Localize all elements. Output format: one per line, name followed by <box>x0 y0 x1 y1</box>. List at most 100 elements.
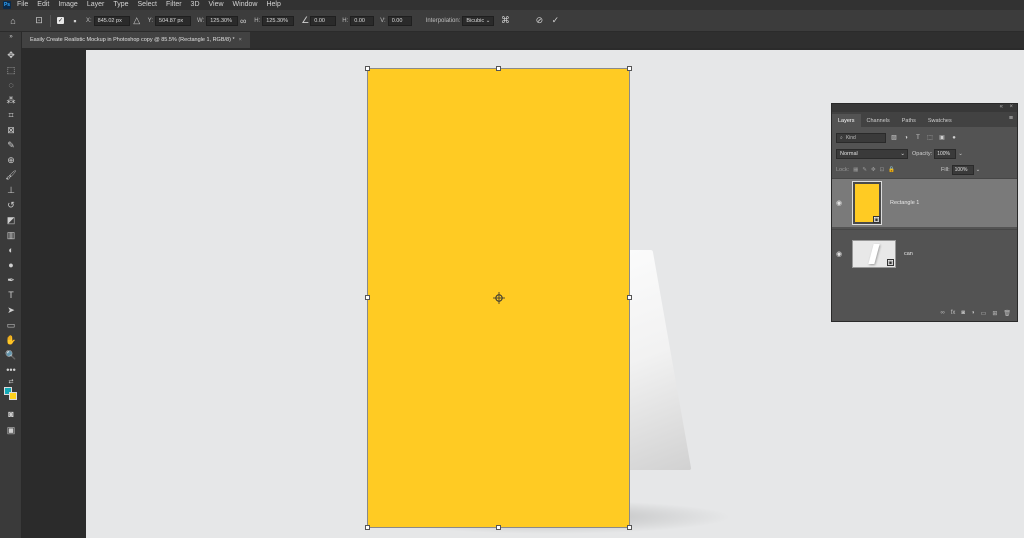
swap-colors-icon[interactable]: ⇄ <box>4 377 18 385</box>
tab-paths[interactable]: Paths <box>896 114 922 127</box>
lock-artboard-icon[interactable]: ⊡ <box>880 167 885 173</box>
move-icon[interactable]: ✥ <box>4 49 18 61</box>
reference-point-icon[interactable]: ▪ <box>70 16 80 26</box>
link-icon[interactable]: ∞ <box>238 16 248 26</box>
magic-wand-icon[interactable]: ⁂ <box>4 94 18 106</box>
commit-transform-icon[interactable]: ✓ <box>550 15 560 26</box>
more-icon[interactable]: ••• <box>4 364 18 376</box>
chevron-down-icon[interactable]: ⌄ <box>958 151 963 157</box>
shape-icon[interactable]: ▭ <box>4 319 18 331</box>
type-filter-icon[interactable]: T <box>914 134 922 142</box>
adjustment-layer-icon[interactable]: ◑ <box>971 310 975 316</box>
document-tab[interactable]: Easily Create Realistic Mockup in Photos… <box>22 32 250 48</box>
dodge-icon[interactable]: ● <box>4 259 18 271</box>
trash-icon[interactable]: 🗑 <box>1003 310 1011 317</box>
background-color-swatch[interactable] <box>9 392 17 400</box>
group-folder-icon[interactable]: ▭ <box>981 310 987 317</box>
link-layers-icon[interactable]: ∞ <box>940 310 944 316</box>
pixel-filter-icon[interactable]: ▨ <box>890 134 898 142</box>
menu-view[interactable]: View <box>209 0 224 10</box>
type-icon[interactable]: T <box>4 289 18 301</box>
menu-help[interactable]: Help <box>266 0 280 10</box>
close-icon[interactable]: × <box>1009 104 1013 110</box>
x-input[interactable]: 845.02 px <box>93 15 130 26</box>
collapse-toolbar-icon[interactable]: » <box>4 34 18 40</box>
eyedropper-icon[interactable]: ✎ <box>4 139 18 151</box>
healing-icon[interactable]: ⊕ <box>4 154 18 166</box>
home-icon[interactable]: ⌂ <box>8 16 18 26</box>
y-input[interactable]: 504.87 px <box>155 15 192 26</box>
tab-channels[interactable]: Channels <box>861 114 896 127</box>
layer-name[interactable]: can <box>904 251 913 257</box>
height-input[interactable]: 125.30% <box>262 15 295 26</box>
hskew-input[interactable]: 0.00 <box>350 15 375 26</box>
brush-icon[interactable]: 🖌 <box>4 169 18 181</box>
fill-input[interactable]: 100% <box>951 165 974 175</box>
eraser-icon[interactable]: ◩ <box>4 214 18 226</box>
menu-3d[interactable]: 3D <box>191 0 200 10</box>
lock-all-icon[interactable]: 🔒 <box>888 167 895 173</box>
menu-edit[interactable]: Edit <box>37 0 49 10</box>
opacity-input[interactable]: 100% <box>934 149 957 159</box>
crop-icon[interactable]: ⌗ <box>4 109 18 121</box>
cancel-transform-icon[interactable]: ⊘ <box>534 15 544 26</box>
panel-menu-icon[interactable]: ≡ <box>1009 115 1013 122</box>
pen-icon[interactable]: ✒ <box>4 274 18 286</box>
path-select-icon[interactable]: ➤ <box>4 304 18 316</box>
transform-handle-right[interactable] <box>627 295 632 300</box>
filter-toggle-icon[interactable]: ● <box>950 134 958 142</box>
transform-handle-top-right[interactable] <box>627 66 632 71</box>
menu-layer[interactable]: Layer <box>87 0 105 10</box>
menu-window[interactable]: Window <box>233 0 258 10</box>
transform-handle-top-left[interactable] <box>365 66 370 71</box>
close-icon[interactable]: × <box>239 37 242 43</box>
quick-mask-icon[interactable]: ◙ <box>4 408 18 420</box>
screen-mode-icon[interactable]: ▣ <box>4 424 18 436</box>
transform-handle-bottom-left[interactable] <box>365 525 370 530</box>
add-mask-icon[interactable]: ◙ <box>961 310 965 316</box>
adjustment-filter-icon[interactable]: ◑ <box>902 134 910 142</box>
delta-icon[interactable]: △ <box>132 15 142 26</box>
history-brush-icon[interactable]: ↺ <box>4 199 18 211</box>
chevron-down-icon[interactable]: ⌄ <box>976 167 981 173</box>
lasso-icon[interactable]: ◌ <box>4 79 18 91</box>
marquee-icon[interactable]: ⬚ <box>4 64 18 76</box>
lock-pixels-icon[interactable]: ✎ <box>862 167 867 173</box>
tab-layers[interactable]: Layers <box>832 114 861 127</box>
menu-file[interactable]: File <box>17 0 28 10</box>
kind-filter-select[interactable]: ⌕ Kind <box>836 132 886 143</box>
transform-handle-left[interactable] <box>365 295 370 300</box>
width-input[interactable]: 125.30% <box>206 15 239 26</box>
menu-filter[interactable]: Filter <box>166 0 182 10</box>
lock-position-icon[interactable]: ✥ <box>871 167 876 173</box>
zoom-icon[interactable]: 🔍 <box>4 349 18 361</box>
tab-swatches[interactable]: Swatches <box>922 114 958 127</box>
transform-handle-bottom-right[interactable] <box>627 525 632 530</box>
menu-image[interactable]: Image <box>58 0 77 10</box>
visibility-eye-icon[interactable]: ◉ <box>836 250 844 258</box>
collapse-panel-icon[interactable]: « <box>1000 104 1003 110</box>
layer-row-can[interactable]: ◉ ▣ can <box>832 229 1017 278</box>
fx-icon[interactable]: fx <box>951 310 956 316</box>
smart-object-filter-icon[interactable]: ▣ <box>938 134 946 142</box>
menu-type[interactable]: Type <box>113 0 128 10</box>
reference-point-checkbox[interactable]: ✓ <box>57 17 64 24</box>
layer-name[interactable]: Rectangle 1 <box>890 200 919 206</box>
transform-handle-bottom[interactable] <box>496 525 501 530</box>
lock-transparent-icon[interactable]: ▦ <box>853 167 858 173</box>
panel-header[interactable]: « × <box>832 104 1017 112</box>
transform-handle-top[interactable] <box>496 66 501 71</box>
vskew-input[interactable]: 0.00 <box>387 15 412 26</box>
visibility-eye-icon[interactable]: ◉ <box>836 199 844 207</box>
transform-tool-icon[interactable]: ⊡ <box>34 15 44 26</box>
reference-point-icon[interactable] <box>493 292 505 304</box>
menu-select[interactable]: Select <box>138 0 157 10</box>
frame-icon[interactable]: ⊠ <box>4 124 18 136</box>
gradient-icon[interactable]: ▥ <box>4 229 18 241</box>
new-layer-icon[interactable]: ⊞ <box>992 310 997 317</box>
layer-row-rectangle-1[interactable]: ◉ ▣ Rectangle 1 <box>832 178 1017 227</box>
warp-icon[interactable]: ⌘ <box>500 15 510 26</box>
angle-input[interactable]: 0.00 <box>310 15 337 26</box>
interpolation-select[interactable]: Bicubic ⌄ <box>462 15 495 26</box>
blend-mode-select[interactable]: Normal ⌄ <box>836 149 908 159</box>
